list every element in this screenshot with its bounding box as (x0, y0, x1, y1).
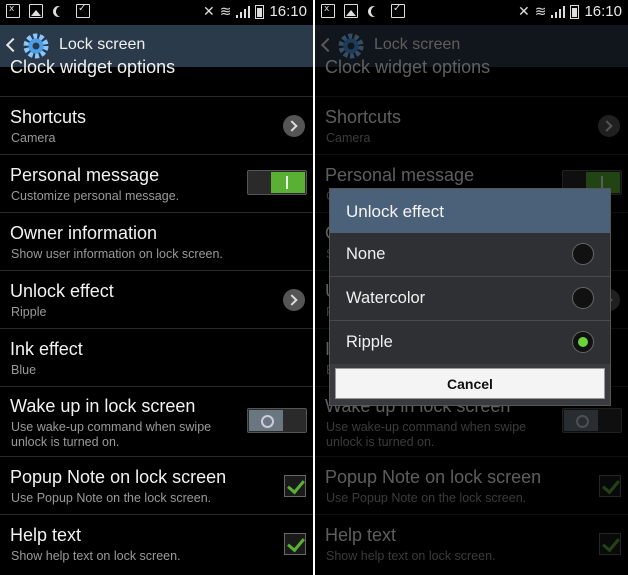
option-watercolor[interactable]: Watercolor (330, 277, 610, 321)
status-bar: ✕ ≋ 16:10 (315, 0, 628, 25)
check-icon (76, 3, 90, 18)
status-time: 16:10 (269, 3, 307, 20)
option-none[interactable]: None (330, 233, 610, 277)
help-text-checkbox[interactable] (284, 533, 306, 555)
personal-message-toggle[interactable] (247, 170, 307, 195)
item-subtitle-line2: unlock is turned on. (11, 435, 120, 449)
signal-icon (551, 5, 566, 18)
chevron-right-icon[interactable] (283, 115, 305, 137)
item-subtitle: Blue (11, 363, 37, 377)
item-title: Clock widget options (10, 57, 176, 77)
item-subtitle: Show help text on lock screen. (11, 549, 181, 563)
image-icon (344, 4, 358, 18)
list-item-help-text[interactable]: Help text Show help text on lock screen. (0, 515, 313, 573)
cancel-button[interactable]: Cancel (335, 368, 605, 399)
notification-icon (6, 4, 20, 18)
list-item-ink-effect[interactable]: Ink effect Blue (0, 329, 313, 387)
mute-icon: ✕ (517, 3, 530, 20)
wifi-icon: ≋ (219, 3, 232, 20)
dialog-header: Unlock effect (330, 189, 610, 233)
item-subtitle: Customize personal message. (11, 189, 180, 203)
item-subtitle: Ripple (11, 305, 47, 319)
list-item-popup-note[interactable]: Popup Note on lock screen Use Popup Note… (0, 457, 313, 515)
battery-icon (255, 4, 265, 19)
option-ripple[interactable]: Ripple (330, 321, 610, 365)
chevron-right-icon[interactable] (283, 289, 305, 311)
option-label: Ripple (346, 333, 393, 351)
item-title: Personal message (10, 165, 160, 185)
list-item-owner-information[interactable]: Owner information Show user information … (0, 213, 313, 271)
item-title: Wake up in lock screen (10, 396, 196, 416)
status-time: 16:10 (584, 3, 622, 20)
radio-button[interactable] (572, 287, 594, 309)
option-label: Watercolor (346, 289, 426, 307)
moon-icon (56, 6, 67, 17)
item-title: Ink effect (10, 339, 83, 359)
mute-icon: ✕ (202, 3, 215, 20)
item-title: Help text (10, 525, 82, 545)
list-item-shortcuts[interactable]: Shortcuts Camera (0, 97, 313, 155)
wake-up-toggle[interactable] (247, 408, 307, 433)
page-title: Lock screen (59, 36, 146, 53)
dialog-footer: Cancel (330, 364, 610, 405)
check-icon (391, 3, 405, 18)
dialog-title: Unlock effect (346, 202, 444, 221)
item-subtitle: Show user information on lock screen. (11, 247, 223, 261)
item-title: Shortcuts (10, 107, 87, 127)
option-label: None (346, 245, 386, 263)
list-item-personal-message[interactable]: Personal message Customize personal mess… (0, 155, 313, 213)
notification-icon (321, 4, 335, 18)
left-screen: ✕ ≋ 16:10 Lock screen Clock widget optio… (0, 0, 313, 575)
item-title: Owner information (10, 223, 158, 243)
status-bar: ✕ ≋ 16:10 (0, 0, 313, 25)
item-title: Popup Note on lock screen (10, 467, 227, 487)
item-title: Unlock effect (10, 281, 114, 301)
image-icon (29, 4, 43, 18)
radio-button[interactable] (572, 243, 594, 265)
signal-icon (236, 5, 251, 18)
settings-list: Clock widget options Shortcuts Camera Pe… (0, 57, 313, 575)
popup-note-checkbox[interactable] (284, 475, 306, 497)
item-subtitle: Camera (11, 131, 56, 145)
list-item-clock-widget[interactable]: Clock widget options (0, 57, 313, 97)
list-item-unlock-effect[interactable]: Unlock effect Ripple (0, 271, 313, 329)
radio-button-selected[interactable] (572, 331, 594, 353)
unlock-effect-dialog: Unlock effect None Watercolor Ripple Can… (329, 188, 611, 406)
back-icon[interactable] (4, 35, 16, 55)
wifi-icon: ≋ (534, 3, 547, 20)
right-screen: ✕ ≋ 16:10 Lock screen Clock widget optio… (315, 0, 628, 575)
moon-icon (371, 6, 382, 17)
battery-icon (570, 4, 580, 19)
item-subtitle-line1: Use wake-up command when swipe (11, 420, 212, 434)
item-subtitle: Use Popup Note on the lock screen. (11, 491, 212, 505)
list-item-wake-up[interactable]: Wake up in lock screen Use wake-up comma… (0, 387, 313, 457)
